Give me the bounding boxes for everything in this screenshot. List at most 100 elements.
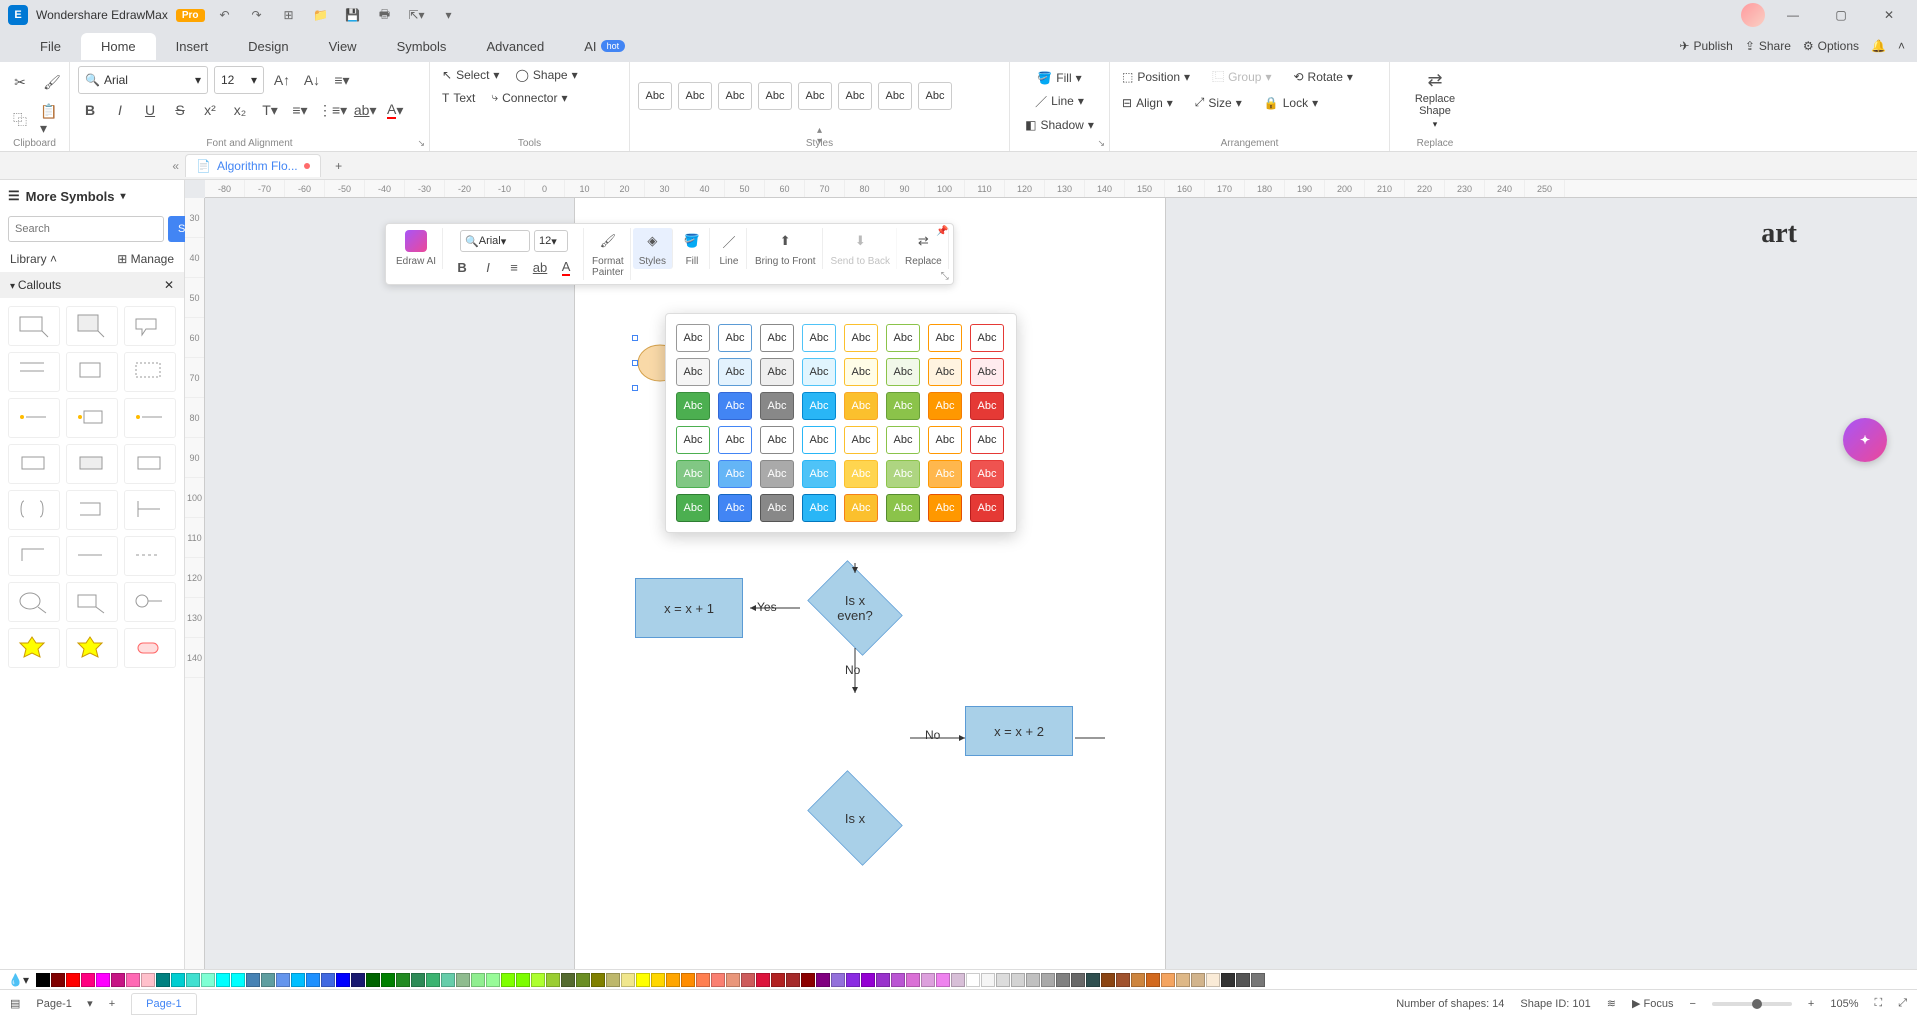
underline-icon[interactable]: U — [138, 98, 162, 122]
layers-icon[interactable]: ≋ — [1607, 997, 1616, 1010]
color-swatch[interactable] — [846, 973, 860, 987]
color-swatch[interactable] — [36, 973, 50, 987]
style-swatch[interactable]: Abc — [718, 82, 752, 110]
style-option[interactable]: Abc — [970, 426, 1004, 454]
shape-thumbnail[interactable] — [8, 536, 60, 576]
style-option[interactable]: Abc — [802, 358, 836, 386]
color-swatch[interactable] — [966, 973, 980, 987]
color-swatch[interactable] — [231, 973, 245, 987]
highlight-icon[interactable]: ab▾ — [353, 98, 377, 122]
subscript-icon[interactable]: x₂ — [228, 98, 252, 122]
style-option[interactable]: Abc — [886, 494, 920, 522]
color-swatch[interactable] — [726, 973, 740, 987]
new-icon[interactable]: ⊞ — [277, 3, 301, 27]
rotate-dropdown[interactable]: ⟲Rotate ▾ — [1289, 68, 1356, 86]
shape-thumbnail[interactable] — [66, 628, 118, 668]
flowchart-process-box-2[interactable]: x = x + 2 — [965, 706, 1073, 756]
copy-icon[interactable]: ⿻ — [8, 108, 32, 132]
style-option[interactable]: Abc — [970, 494, 1004, 522]
flowchart-process-box[interactable]: x = x + 1 — [635, 578, 743, 638]
color-swatch[interactable] — [276, 973, 290, 987]
ft-font-select[interactable]: 🔍 Arial ▾ — [460, 230, 530, 252]
color-swatch[interactable] — [591, 973, 605, 987]
style-option[interactable]: Abc — [970, 460, 1004, 488]
color-swatch[interactable] — [891, 973, 905, 987]
color-swatch[interactable] — [201, 973, 215, 987]
position-dropdown[interactable]: ⬚Position ▾ — [1118, 68, 1194, 86]
color-swatch[interactable] — [1236, 973, 1250, 987]
color-swatch[interactable] — [381, 973, 395, 987]
bullets-icon[interactable]: ⋮≡▾ — [318, 98, 347, 122]
style-option[interactable]: Abc — [760, 494, 794, 522]
group-dropdown[interactable]: ⿺Group ▾ — [1208, 66, 1275, 87]
page-tab[interactable]: Page-1 — [131, 993, 196, 1015]
fill-dropdown[interactable]: 🪣Fill ▾ — [1033, 69, 1085, 87]
color-swatch[interactable] — [1176, 973, 1190, 987]
color-swatch[interactable] — [1056, 973, 1070, 987]
color-swatch[interactable] — [246, 973, 260, 987]
shape-thumbnail[interactable] — [8, 444, 60, 484]
color-swatch[interactable] — [486, 973, 500, 987]
color-swatch[interactable] — [306, 973, 320, 987]
ft-ai[interactable]: Edraw AI — [390, 228, 443, 269]
export-icon[interactable]: ⇱▾ — [405, 3, 429, 27]
print-icon[interactable]: 🖶 — [373, 3, 397, 27]
color-swatch[interactable] — [1251, 973, 1265, 987]
ft-format-painter[interactable]: 🖌 Format Painter — [586, 228, 631, 280]
color-swatch[interactable] — [531, 973, 545, 987]
focus-toggle[interactable]: ▶ Focus — [1632, 997, 1673, 1010]
style-option[interactable]: Abc — [928, 358, 962, 386]
style-option[interactable]: Abc — [760, 460, 794, 488]
color-swatch[interactable] — [501, 973, 515, 987]
style-option[interactable]: Abc — [928, 494, 962, 522]
style-option[interactable]: Abc — [718, 494, 752, 522]
zoom-in-button[interactable]: + — [1808, 998, 1814, 1010]
align-dropdown[interactable]: ⊟Align ▾ — [1118, 94, 1177, 112]
zoom-level[interactable]: 105% — [1830, 998, 1858, 1010]
library-toggle[interactable]: Library ˄ — [10, 252, 57, 266]
superscript-icon[interactable]: x² — [198, 98, 222, 122]
style-option[interactable]: Abc — [928, 460, 962, 488]
shape-thumbnail[interactable] — [66, 352, 118, 392]
shape-thumbnail[interactable] — [66, 306, 118, 346]
style-option[interactable]: Abc — [970, 358, 1004, 386]
ft-size-select[interactable]: 12 ▾ — [534, 230, 568, 252]
style-option[interactable]: Abc — [802, 392, 836, 420]
style-option[interactable]: Abc — [970, 392, 1004, 420]
color-swatch[interactable] — [636, 973, 650, 987]
color-swatch[interactable] — [696, 973, 710, 987]
color-swatch[interactable] — [1221, 973, 1235, 987]
color-swatch[interactable] — [651, 973, 665, 987]
ft-bring-front[interactable]: ⬆ Bring to Front — [749, 228, 823, 269]
style-option[interactable]: Abc — [844, 460, 878, 488]
color-swatch[interactable] — [261, 973, 275, 987]
color-swatch[interactable] — [816, 973, 830, 987]
minimize-button[interactable]: — — [1773, 0, 1813, 30]
color-swatch[interactable] — [1101, 973, 1115, 987]
zoom-slider[interactable] — [1712, 1002, 1792, 1006]
style-option[interactable]: Abc — [676, 392, 710, 420]
color-swatch[interactable] — [456, 973, 470, 987]
style-option[interactable]: Abc — [718, 392, 752, 420]
menu-symbols[interactable]: Symbols — [377, 33, 467, 60]
color-swatch[interactable] — [126, 973, 140, 987]
style-option[interactable]: Abc — [802, 494, 836, 522]
color-swatch[interactable] — [981, 973, 995, 987]
document-tab[interactable]: 📄 Algorithm Flo... — [185, 154, 321, 177]
style-swatch[interactable]: Abc — [878, 82, 912, 110]
shadow-dropdown[interactable]: ◧Shadow ▾ — [1021, 116, 1098, 134]
color-swatch[interactable] — [741, 973, 755, 987]
color-swatch[interactable] — [81, 973, 95, 987]
shape-thumbnail[interactable] — [8, 352, 60, 392]
color-swatch[interactable] — [1206, 973, 1220, 987]
menu-insert[interactable]: Insert — [156, 33, 229, 60]
color-swatch[interactable] — [1086, 973, 1100, 987]
style-option[interactable]: Abc — [928, 426, 962, 454]
font-color-icon[interactable]: A▾ — [383, 98, 407, 122]
style-option[interactable]: Abc — [676, 358, 710, 386]
color-swatch[interactable] — [801, 973, 815, 987]
shape-tool[interactable]: ◯Shape ▾ — [511, 66, 581, 84]
style-option[interactable]: Abc — [676, 426, 710, 454]
pages-icon[interactable]: ▤ — [10, 997, 20, 1010]
color-swatch[interactable] — [996, 973, 1010, 987]
